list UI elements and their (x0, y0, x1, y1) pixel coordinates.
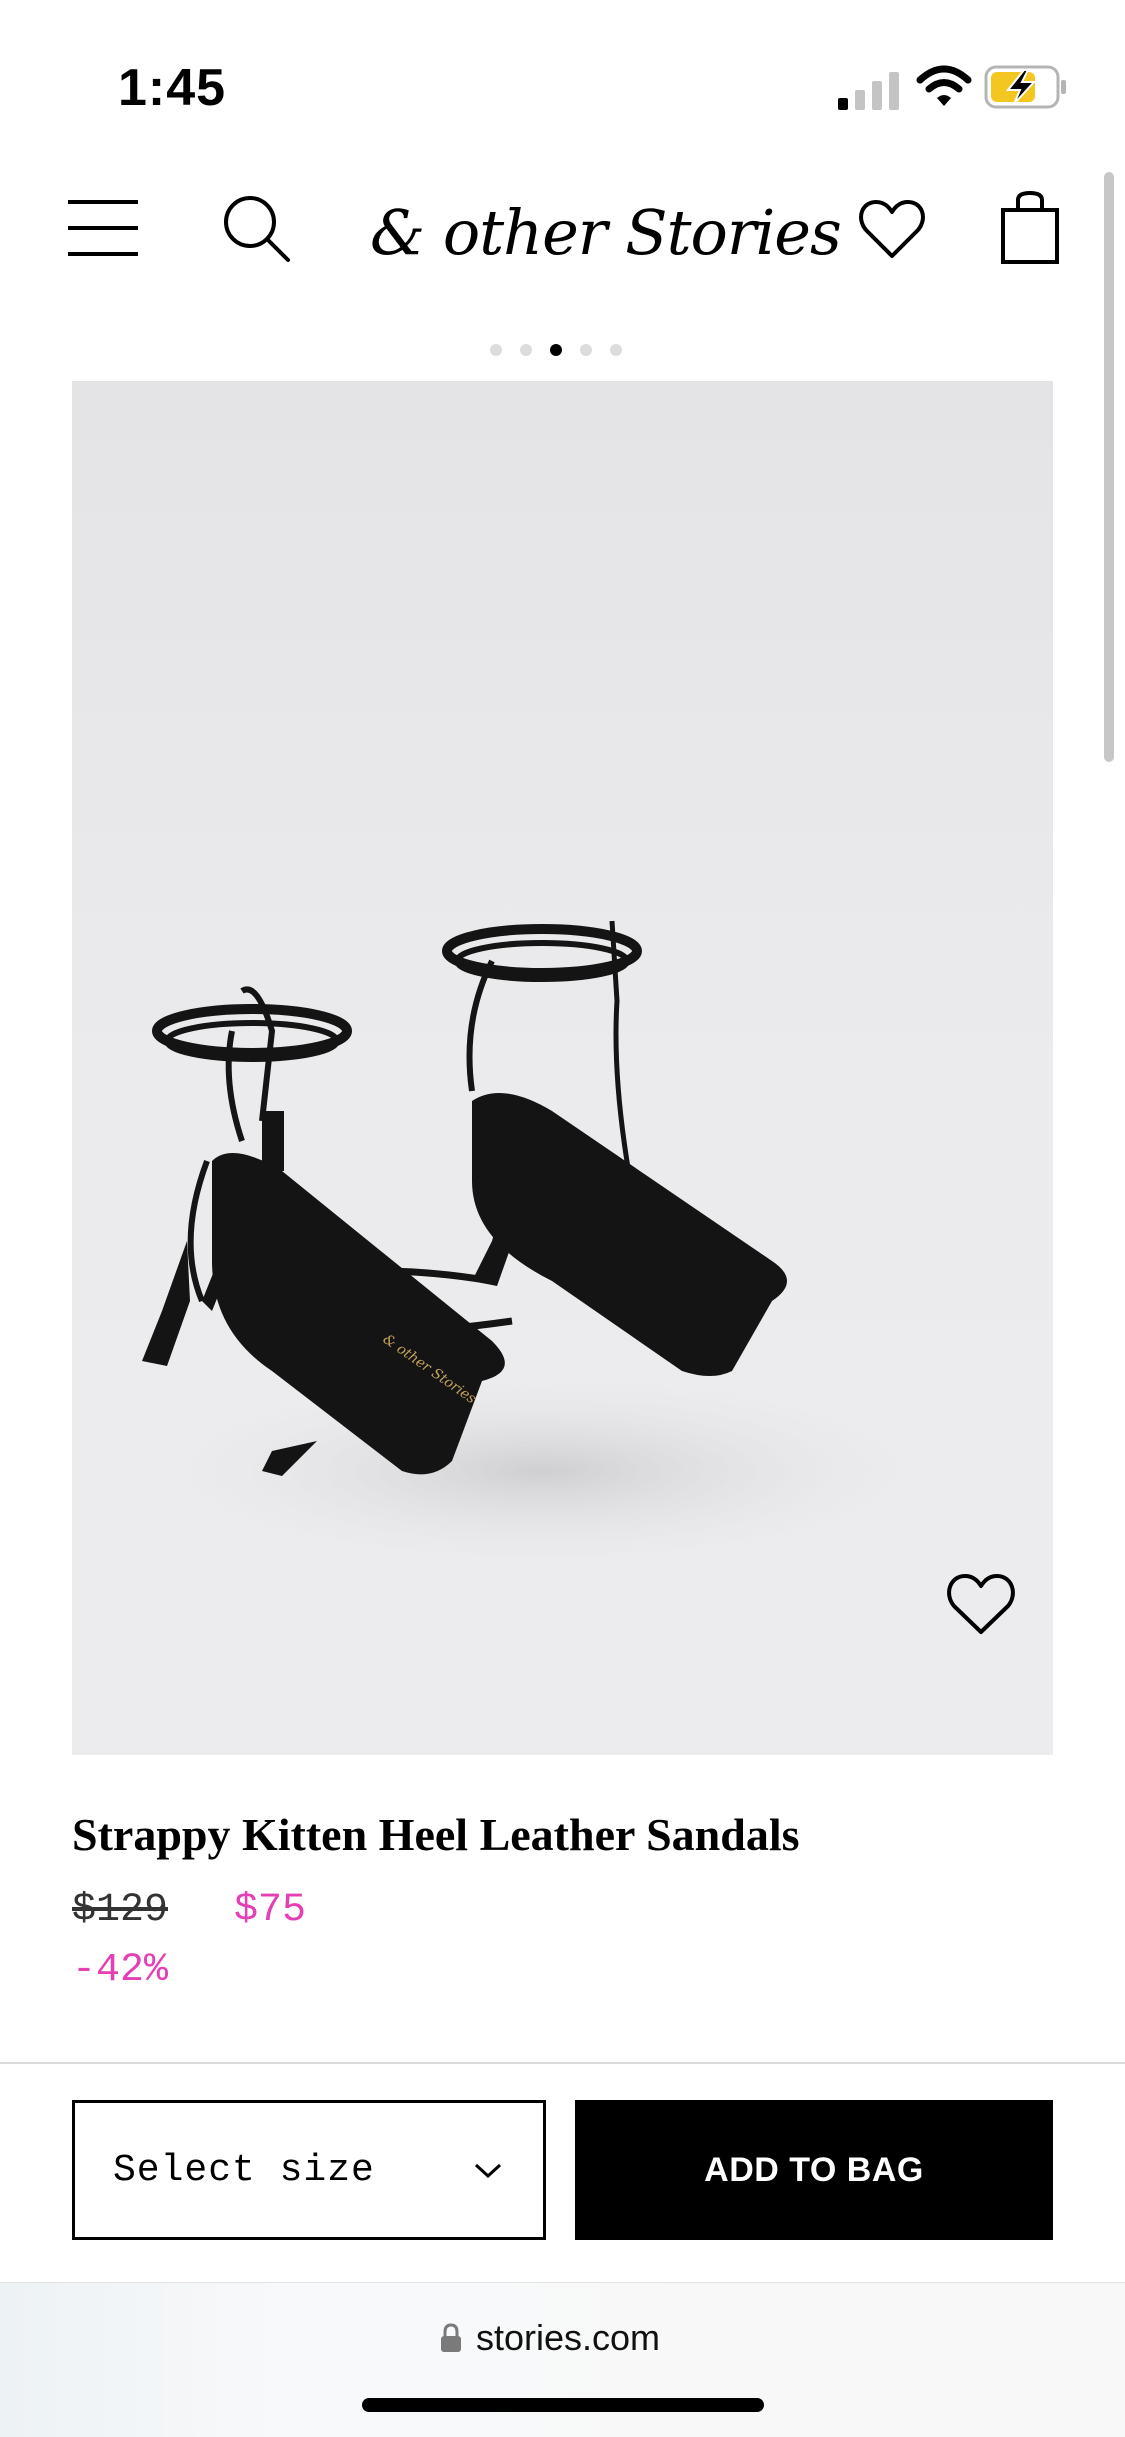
product-image[interactable]: & other Stories (72, 381, 1053, 1755)
size-select-label: Select size (113, 2148, 375, 2192)
sale-price: $75 (234, 1888, 307, 1933)
product-name: Strappy Kitten Heel Leather Sandals (72, 1809, 800, 1860)
brand-logo[interactable]: & other Stories (370, 188, 842, 278)
url-text: stories.com (476, 2317, 661, 2358)
carousel-dot-5[interactable] (610, 344, 622, 356)
home-indicator[interactable] (362, 2398, 764, 2412)
add-to-bag-button[interactable]: ADD TO BAG (575, 2100, 1053, 2240)
carousel-dot-2[interactable] (520, 344, 532, 356)
menu-button[interactable] (68, 196, 140, 260)
battery-charging-icon (984, 65, 1066, 109)
shopping-bag-button[interactable] (1000, 190, 1060, 264)
wifi-icon (916, 65, 972, 106)
carousel-dot-4[interactable] (580, 344, 592, 356)
carousel-indicator (490, 344, 640, 360)
page-scrollbar[interactable] (1104, 172, 1114, 762)
cellular-signal-icon (838, 72, 899, 110)
status-time: 1:45 (118, 59, 227, 117)
lock-icon (441, 2323, 461, 2352)
carousel-dot-3[interactable] (550, 344, 562, 356)
wishlist-button[interactable] (858, 198, 926, 262)
original-price: $129 (72, 1888, 169, 1933)
carousel-dot-1[interactable] (490, 344, 502, 356)
sandals-illustration: & other Stories (142, 920, 902, 1561)
chevron-down-icon (474, 2163, 502, 2179)
search-button[interactable] (222, 194, 292, 264)
discount-badge: -42% (72, 1948, 169, 1993)
url-display[interactable]: stories.com (440, 2316, 660, 2360)
size-select[interactable]: Select size (72, 2100, 546, 2240)
image-wishlist-button[interactable] (946, 1572, 1016, 1638)
